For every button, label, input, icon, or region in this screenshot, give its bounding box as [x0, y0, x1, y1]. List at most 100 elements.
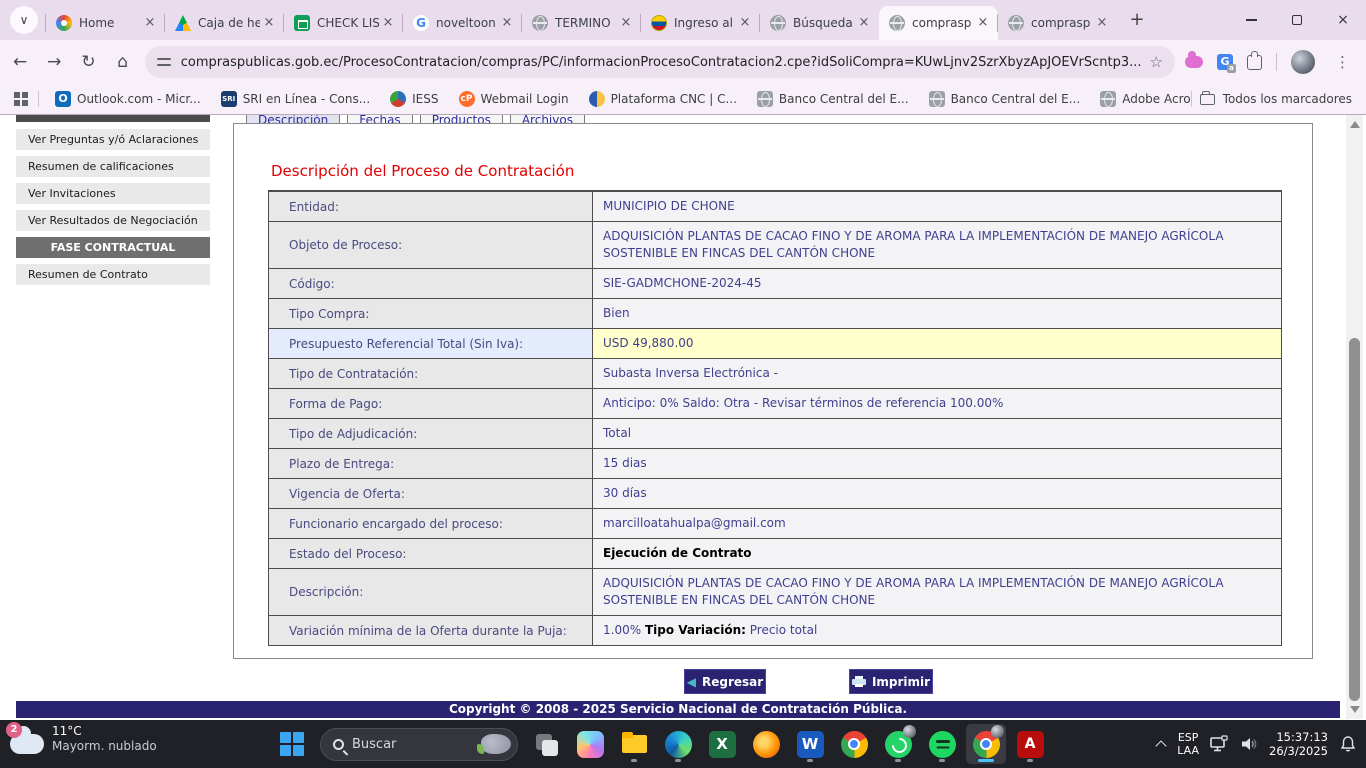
extension-icons: G ⋮ [1185, 50, 1356, 74]
tab-close-icon[interactable]: × [260, 14, 278, 32]
bookmark-bce-2[interactable]: Banco Central del E... [921, 88, 1089, 110]
taskbar-chrome[interactable] [834, 724, 874, 764]
taskbar-file-explorer[interactable] [614, 724, 654, 764]
tab-title: comprasp [912, 16, 974, 30]
scroll-down-icon[interactable] [1350, 706, 1360, 713]
bookmark-cnc[interactable]: Plataforma CNC | C... [581, 88, 745, 110]
tab-home[interactable]: Home × [46, 6, 165, 40]
app-icon [753, 731, 780, 758]
page-scrollbar[interactable] [1346, 115, 1363, 719]
sidebar-item-preguntas[interactable]: Ver Preguntas y/ó Aclaraciones [16, 129, 210, 150]
tab-close-icon[interactable]: × [974, 14, 992, 32]
bookmark-label: IESS [412, 92, 438, 106]
weather-widget[interactable]: 2 11°C Mayorm. nublado [10, 724, 157, 754]
network-icon[interactable] [1209, 735, 1229, 753]
sidebar-item-negociacion[interactable]: Ver Resultados de Negociación [16, 210, 210, 231]
taskbar-excel[interactable] [702, 724, 742, 764]
apps-grid-icon[interactable] [14, 92, 28, 106]
scrollbar-thumb[interactable] [1349, 338, 1360, 701]
bookmark-iess[interactable]: IESS [382, 88, 446, 110]
bookmark-sri[interactable]: SRI en Línea - Cons... [213, 88, 378, 110]
row-value: marcilloatahualpa@gmail.com [592, 509, 1281, 538]
maximize-button[interactable] [1274, 0, 1320, 40]
regresar-button[interactable]: ◀ Regresar [684, 669, 766, 694]
row-label: Vigencia de Oferta: [269, 479, 592, 508]
new-tab-button[interactable]: + [1123, 6, 1151, 34]
tab-title: Ingreso al [674, 16, 736, 30]
cloud-icon: 2 [10, 734, 44, 754]
bookmarks-separator-right [1191, 91, 1192, 107]
weather-extension-icon[interactable] [1185, 56, 1203, 68]
row-label: Estado del Proceso: [269, 539, 592, 568]
tab-noveltoon[interactable]: noveltoon × [403, 6, 522, 40]
translate-icon[interactable]: G [1217, 54, 1233, 70]
close-button[interactable]: × [1320, 0, 1366, 40]
bookmark-bce-1[interactable]: Banco Central del E... [749, 88, 917, 110]
volume-icon[interactable] [1239, 735, 1259, 753]
all-bookmarks[interactable]: Todos los marcadores [1200, 92, 1366, 106]
table-row: Objeto de Proceso: ADQUISICIÓN PLANTAS D… [269, 221, 1281, 268]
tab-close-icon[interactable]: × [855, 14, 873, 32]
taskbar-spotify[interactable] [922, 724, 962, 764]
clock[interactable]: 15:37:13 26/3/2025 [1269, 730, 1328, 758]
scroll-up-icon[interactable] [1350, 121, 1360, 128]
tab-close-icon[interactable]: × [1093, 14, 1111, 32]
tab-search-button[interactable]: ∨ [10, 6, 38, 34]
sidebar-section-fase-contractual[interactable]: FASE CONTRACTUAL [16, 237, 210, 258]
language-indicator[interactable]: ESP LAA [1177, 731, 1199, 757]
taskbar-edge[interactable] [658, 724, 698, 764]
app-icon [665, 731, 692, 758]
taskbar-whatsapp[interactable] [878, 724, 918, 764]
profile-avatar[interactable] [1291, 50, 1315, 74]
tab-title: TERMINO [555, 16, 617, 30]
bookmark-adobe[interactable]: Adobe Acrobat [1092, 88, 1190, 110]
tab-title: CHECK LIS [317, 16, 379, 30]
url-text[interactable]: compraspublicas.gob.ec/ProcesoContrataci… [181, 55, 1142, 70]
extensions-icon[interactable] [1247, 55, 1262, 70]
app-icon [1017, 731, 1044, 758]
minimize-button[interactable] [1228, 0, 1274, 40]
tab-busqueda[interactable]: Búsqueda × [760, 6, 879, 40]
taskbar-chrome-active[interactable] [966, 724, 1006, 764]
taskbar-apps [526, 724, 1050, 764]
taskbar-search[interactable]: Buscar [320, 728, 518, 761]
notifications-bell-icon[interactable] [1338, 735, 1358, 753]
taskbar-word[interactable] [790, 724, 830, 764]
tab-caja[interactable]: Caja de he × [165, 6, 284, 40]
tab-ingreso[interactable]: Ingreso al × [641, 6, 760, 40]
taskbar-taskview[interactable] [526, 724, 566, 764]
taskbar-acrobat[interactable] [1010, 724, 1050, 764]
tab-close-icon[interactable]: × [617, 14, 635, 32]
tab-checklist[interactable]: CHECK LIS × [284, 6, 403, 40]
site-info-icon[interactable] [157, 56, 171, 68]
tab-close-icon[interactable]: × [141, 14, 159, 32]
back-icon[interactable]: ← [6, 46, 34, 78]
bookmark-outlook[interactable]: Outlook.com - Micr... [47, 88, 209, 110]
tab-compras-2[interactable]: comprasp × [998, 6, 1117, 40]
bookmark-webmail[interactable]: Webmail Login [451, 88, 577, 110]
table-row: Presupuesto Referencial Total (Sin Iva):… [269, 328, 1281, 358]
tab-compras-active[interactable]: comprasp × [879, 6, 998, 40]
sidebar-item-resumen-contrato[interactable]: Resumen de Contrato [16, 264, 210, 285]
start-button[interactable] [272, 724, 312, 764]
sidebar-item-invitaciones[interactable]: Ver Invitaciones [16, 183, 210, 204]
process-info-panel: Descripción del Proceso de Contratación … [233, 123, 1313, 659]
tray-overflow-icon[interactable] [1157, 739, 1167, 749]
taskbar-firefox[interactable] [746, 724, 786, 764]
forward-icon[interactable]: → [40, 46, 68, 78]
sidebar-item-calificaciones[interactable]: Resumen de calificaciones [16, 156, 210, 177]
imprimir-button[interactable]: Imprimir [849, 669, 933, 694]
tab-close-icon[interactable]: × [736, 14, 754, 32]
bookmark-star-icon[interactable]: ☆ [1150, 53, 1163, 71]
toolbar-separator [1276, 53, 1277, 71]
tab-close-icon[interactable]: × [379, 14, 397, 32]
browser-menu-icon[interactable]: ⋮ [1329, 53, 1356, 71]
taskbar-copilot[interactable] [570, 724, 610, 764]
reload-icon[interactable]: ↻ [74, 46, 102, 78]
tab-termino[interactable]: TERMINO × [522, 6, 641, 40]
sidebar-item-label: Ver Invitaciones [28, 187, 116, 200]
regresar-label: Regresar [702, 675, 763, 689]
tab-close-icon[interactable]: × [498, 14, 516, 32]
address-bar[interactable]: compraspublicas.gob.ec/ProcesoContrataci… [145, 46, 1175, 78]
home-icon[interactable]: ⌂ [109, 46, 137, 78]
